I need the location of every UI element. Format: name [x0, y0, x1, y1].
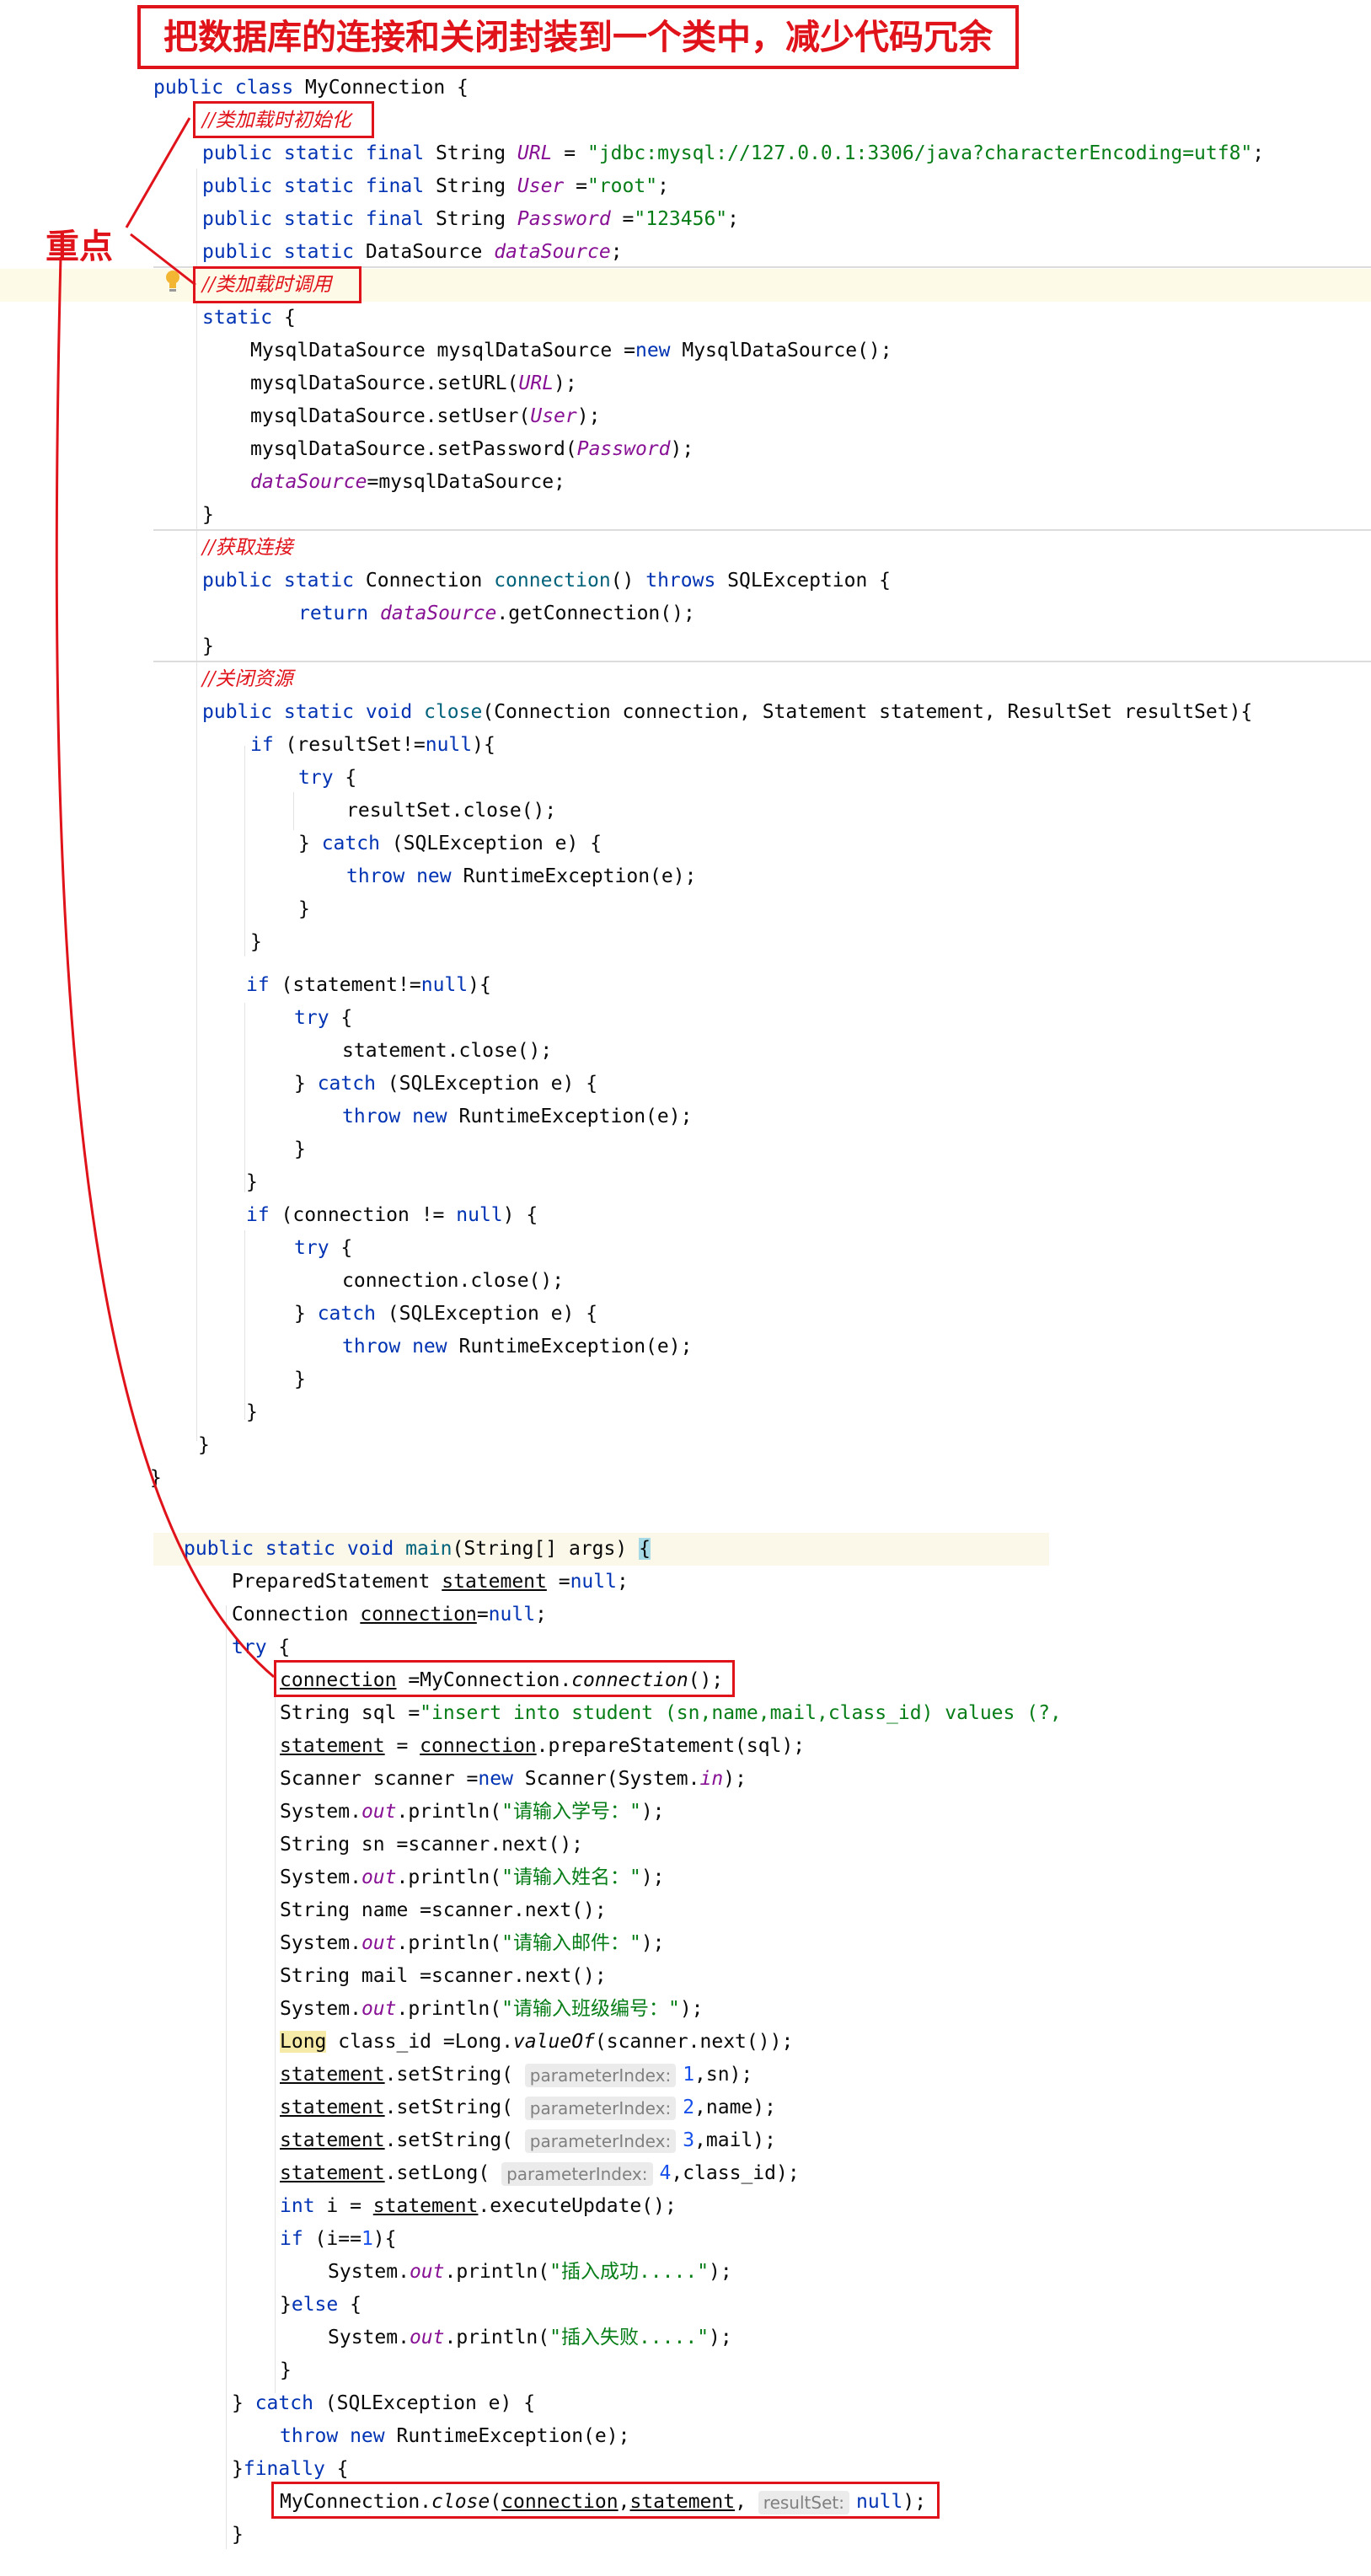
code-editor-screenshot: 把数据库的连接和关闭封装到一个类中，减少代码冗余 重点 public class…: [0, 0, 1371, 2576]
annotation-arrows: [55, 117, 275, 1679]
